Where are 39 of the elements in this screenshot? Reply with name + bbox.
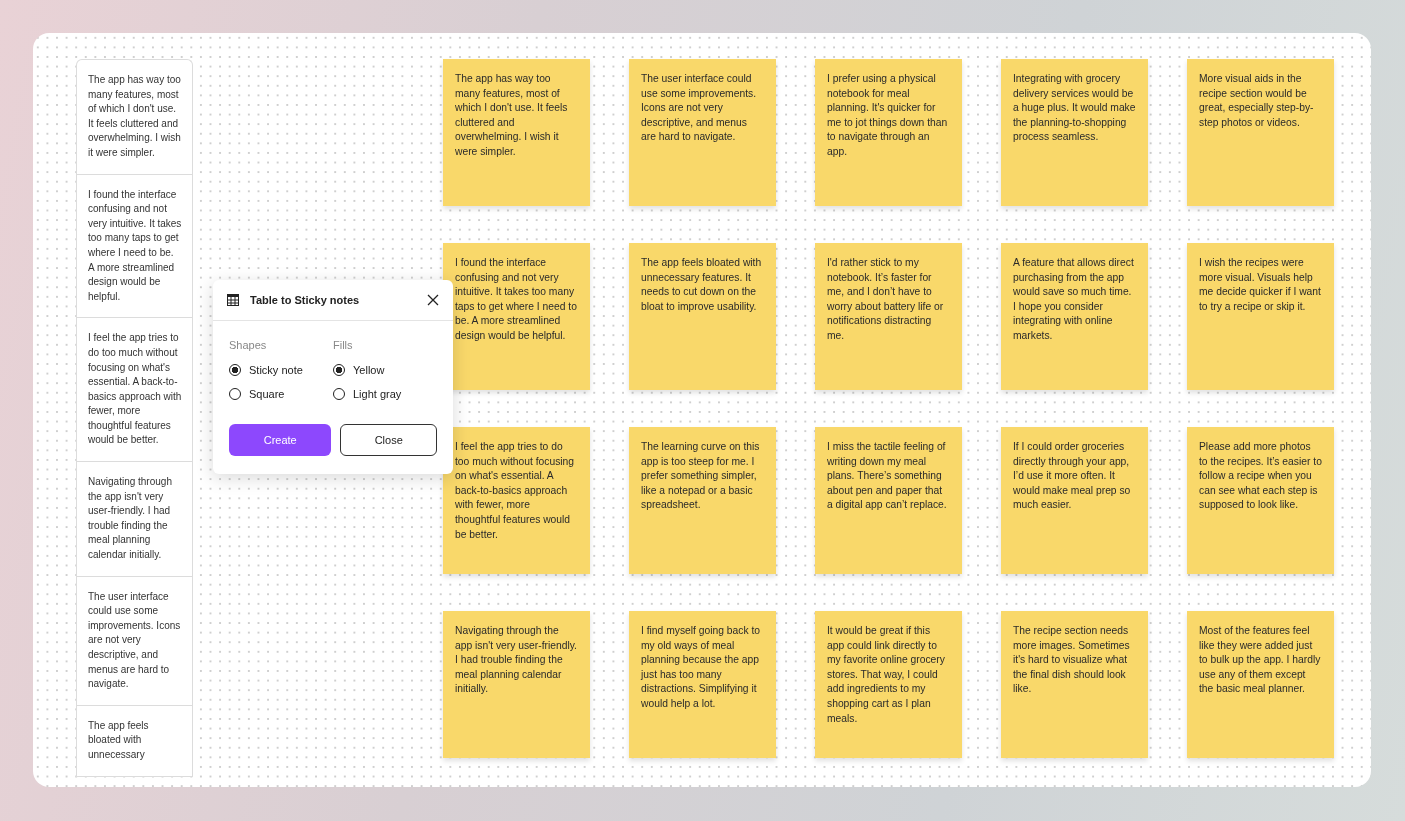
sticky-note[interactable]: The learning curve on this app is too steep for me. I prefer something simpler, like a notepad or a basic spreadsheet. (629, 427, 776, 574)
sticky-note[interactable]: The recipe section needs more images. Sometimes it's hard to visualize what the final dish should look like. (1001, 611, 1148, 758)
table-icon (227, 294, 239, 306)
sticky-note[interactable]: I'd rather stick to my notebook. It’s faster for me, and I don’t have to worry about battery life or notifications distracting me. (815, 243, 962, 390)
sticky-note[interactable]: A feature that allows direct purchasing from the app would save so much time. I hope you consider integrating with online markets. (1001, 243, 1148, 390)
sticky-note[interactable]: I prefer using a physical notebook for meal planning. It's quicker for me to jot things down than to navigate through an app. (815, 59, 962, 206)
sticky-note[interactable]: The user interface could use some improvements. Icons are not very descriptive, and menus are hard to navigate. (629, 59, 776, 206)
sticky-note[interactable]: More visual aids in the recipe section would be great, especially step-by-step photos or videos. (1187, 59, 1334, 206)
sticky-note[interactable]: The app has way too many features, most of which I don't use. It feels cluttered and overwhelming. I wish it were simpler. (443, 59, 590, 206)
sticky-note[interactable]: I found the interface confusing and not very intuitive. It takes too many taps to get where I need to be. A more streamlined design would be helpful. (443, 243, 590, 390)
radio-option[interactable]: Sticky note (229, 358, 333, 382)
table-cell: The app has way too many features, most of which I don't use. It feels cluttered and overwhelming. I wish it were simpler. (77, 60, 192, 175)
sticky-note[interactable]: I find myself going back to my old ways of meal planning because the app just has too many distractions. Simplifying it would help a lot. (629, 611, 776, 758)
close-button[interactable]: Close (340, 424, 437, 456)
create-button[interactable]: Create (229, 424, 332, 456)
sticky-note[interactable]: Integrating with grocery delivery services would be a huge plus. It would make the planning-to-shopping process seamless. (1001, 59, 1148, 206)
radio-option[interactable]: Yellow (333, 358, 437, 382)
sticky-note[interactable]: It would be great if this app could link directly to my favorite online grocery stores. That way, I could add ingredients to my shopping cart as I plan meals. (815, 611, 962, 758)
sticky-note[interactable]: Most of the features feel like they were added just to bulk up the app. I hardly use any of them except the basic meal planner. (1187, 611, 1334, 758)
radio-button[interactable] (333, 364, 345, 376)
group-label: Fills (333, 339, 354, 351)
table-cell: I feel the app tries to do too much without focusing on what's essential. A back-to-basics approach with fewer, more thoughtful features would be better. (77, 318, 192, 463)
table-cell: Navigating through the app isn't very user-friendly. I had trouble finding the meal planning calendar initially. (77, 462, 192, 577)
table-cell: The app feels bloated with unnecessary (77, 705, 192, 777)
radio-button[interactable] (229, 364, 241, 376)
sticky-note[interactable]: If I could order groceries directly through your app, I’d use it more often. It would make meal prep so much easier. (1001, 427, 1148, 574)
group-label: Shapes (229, 339, 268, 351)
dialog-title: Table to Sticky notes (250, 294, 361, 306)
close-icon[interactable] (427, 294, 439, 306)
radio-option[interactable]: Square (229, 382, 333, 406)
table-cell: I found the interface confusing and not very intuitive. It takes too many taps to get where I need to be. A more streamlined design would be helpful. (77, 174, 192, 319)
table-cell: The user interface could use some improvements. Icons are not very descriptive, and menus are hard to navigate. (77, 576, 192, 706)
sticky-note[interactable]: I miss the tactile feeling of writing down my meal plans. There’s something about pen and paper that a digital app can’t replace. (815, 427, 962, 574)
radio-option[interactable]: Light gray (333, 382, 437, 406)
sticky-note[interactable]: Please add more photos to the recipes. It’s easier to follow a recipe when you can see what each step is supposed to look like. (1187, 427, 1334, 574)
sticky-note[interactable]: I feel the app tries to do too much without focusing on what's essential. A back-to-basics approach with fewer, more thoughtful features would be better. (443, 427, 590, 574)
sticky-note[interactable]: I wish the recipes were more visual. Visuals help me decide quicker if I want to try a recipe or skip it. (1187, 243, 1334, 390)
sticky-note[interactable]: The app feels bloated with unnecessary features. It needs to cut down on the bloat to improve usability. (629, 243, 776, 390)
sticky-note[interactable]: Navigating through the app isn't very user-friendly. I had trouble finding the meal planning calendar initially. (443, 611, 590, 758)
